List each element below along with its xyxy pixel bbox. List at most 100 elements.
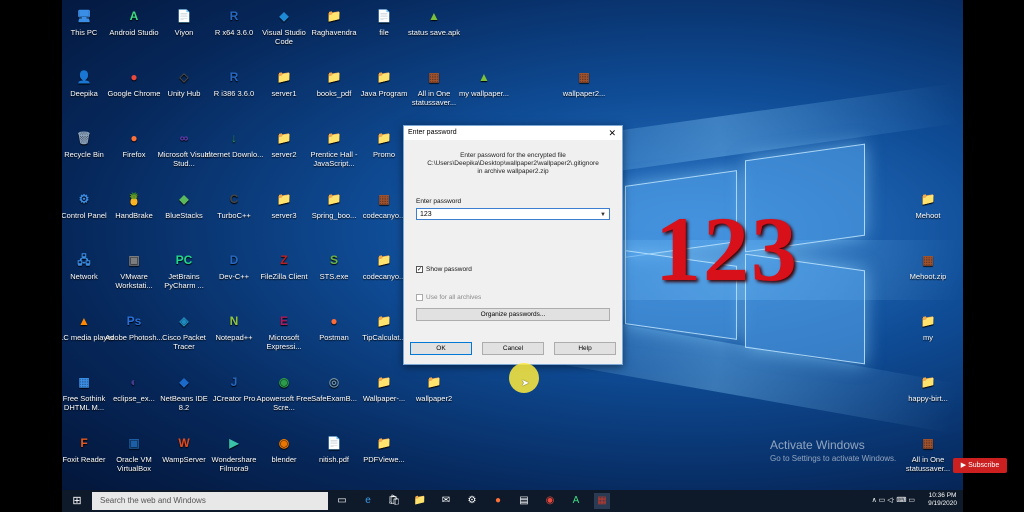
app-icon: 📁 <box>376 131 392 145</box>
app-icon: ▲ <box>78 314 90 328</box>
store-icon[interactable]: 🛍 <box>386 493 402 509</box>
app-icon: F <box>80 436 88 450</box>
app-icon: ◎ <box>328 375 340 389</box>
android-studio-icon[interactable]: A <box>568 493 584 509</box>
app-icon: ◆ <box>279 9 289 23</box>
app-icon: J <box>230 375 238 389</box>
app-icon: ▣ <box>128 253 140 267</box>
app-icon: ◉ <box>278 375 290 389</box>
app-icon: ∞ <box>179 131 189 145</box>
subscribe-button[interactable]: ▶ Subscribe <box>953 458 1007 473</box>
close-icon[interactable]: ✕ <box>608 126 616 140</box>
app-icon: 📄 <box>176 9 192 23</box>
desktop-icon[interactable]: 📁 PDFViewe... <box>354 433 414 464</box>
app-icon: 📁 <box>276 70 292 84</box>
dialog-message: Enter password for the encrypted file C:… <box>404 152 622 176</box>
app-icon: 📁 <box>376 375 392 389</box>
app-icon: D <box>229 253 239 267</box>
app-icon: Z <box>280 253 288 267</box>
message-line: Enter password for the encrypted file <box>460 152 566 159</box>
ok-button[interactable]: OK <box>410 342 472 355</box>
clock[interactable]: 10:36 PM 9/19/2020 <box>928 492 957 508</box>
desktop-icon-label: wallpaper2 <box>415 394 453 403</box>
system-tray[interactable]: ∧ ▭ ◁ᐧ ⌨ ▭ <box>872 490 915 512</box>
app-icon: ● <box>130 70 138 84</box>
app-icon: 📁 <box>920 375 936 389</box>
app-icon: ◆ <box>179 192 189 206</box>
app-icon: ● <box>330 314 338 328</box>
password-input[interactable]: 123 ▼ <box>416 208 610 220</box>
help-button[interactable]: Help <box>554 342 616 355</box>
taskbar-search-box[interactable]: Search the web and Windows <box>92 492 328 510</box>
cancel-button[interactable]: Cancel <box>482 342 544 355</box>
app-icon: ▲ <box>478 70 490 84</box>
app-icon: A <box>129 9 139 23</box>
desktop-icon[interactable]: 📁 Mehoot <box>898 189 958 220</box>
desktop-icon[interactable]: ▦ Mehoot.zip <box>898 250 958 281</box>
app-icon: ▦ <box>578 70 590 84</box>
message-path: C:\Users\Deepika\Desktop\wallpaper2\wall… <box>427 160 599 167</box>
desktop-icon-label: Mehoot.zip <box>909 272 947 281</box>
app-icon: ◉ <box>278 436 290 450</box>
app-icon: 📁 <box>326 70 342 84</box>
activate-title: Activate Windows <box>770 438 865 452</box>
app-icon: 📁 <box>276 192 292 206</box>
app-icon: 📁 <box>376 314 392 328</box>
desktop-icon[interactable]: ▲ status save.apk <box>404 6 464 37</box>
chevron-down-icon[interactable]: ▼ <box>600 209 606 221</box>
app-icon: S <box>329 253 338 267</box>
desktop-icon-label: happy-birt... <box>908 394 948 403</box>
desktop-icon-label: my <box>923 333 933 342</box>
mouse-pointer-icon: ➤ <box>521 378 530 389</box>
app-icon: ◆ <box>179 375 189 389</box>
app-icon: W <box>178 436 190 450</box>
desktop-icon-label: wallpaper2... <box>562 89 606 98</box>
mail-icon[interactable]: ✉ <box>438 493 454 509</box>
app-icon: 🖧 <box>77 253 91 267</box>
app-icon: ▦ <box>428 70 440 84</box>
firefox-icon[interactable]: ● <box>490 493 506 509</box>
file-explorer-icon[interactable]: 📁 <box>412 493 428 509</box>
desktop-icon[interactable]: 📁 happy-birt... <box>898 372 958 403</box>
desktop-icon-label: PDFViewe... <box>363 455 405 464</box>
app-icon: 📄 <box>376 9 392 23</box>
app-icon: 📁 <box>326 192 342 206</box>
desktop-icon[interactable]: 📁 wallpaper2 <box>404 372 464 403</box>
chrome-icon[interactable]: ◉ <box>542 493 558 509</box>
settings-icon[interactable]: ⚙ <box>464 493 480 509</box>
desktop-icon-label: status save.apk <box>407 28 461 37</box>
app-icon: ⚙ <box>78 192 90 206</box>
app-icon: 📁 <box>376 70 392 84</box>
desktop-icon[interactable]: ▦ All in One statussaver... <box>898 433 958 473</box>
app-icon: E <box>279 314 288 328</box>
task-view-icon[interactable]: ▭ <box>334 493 350 509</box>
windows-start-icon[interactable]: ⊞ <box>66 490 88 512</box>
desktop-icon[interactable]: ▦ wallpaper2... <box>554 67 614 98</box>
message-line: in archive wallpaper2.zip <box>477 168 549 175</box>
activate-windows-watermark: Activate Windows Go to Settings to activ… <box>770 438 896 463</box>
app-icon: C <box>229 192 239 206</box>
desktop-icon-label: Mehoot <box>915 211 941 220</box>
media-icon[interactable]: ▤ <box>516 493 532 509</box>
app-icon: ◇ <box>179 70 189 84</box>
use-all-checkbox[interactable] <box>416 294 423 301</box>
app-icon: 📁 <box>920 192 936 206</box>
app-icon: R <box>229 9 239 23</box>
app-icon: R <box>229 70 239 84</box>
clock-date: 9/19/2020 <box>928 500 957 507</box>
edge-icon[interactable]: e <box>360 493 376 509</box>
app-icon: 👤 <box>76 70 92 84</box>
desktop-icon[interactable]: ▲ my wallpaper... <box>454 67 514 98</box>
desktop-icon[interactable]: 📁 my <box>898 311 958 342</box>
app-icon: ▦ <box>378 192 390 206</box>
app-icon: 📄 <box>326 436 342 450</box>
dialog-titlebar[interactable]: Enter password ✕ <box>404 126 622 140</box>
app-icon: 🖥 <box>76 9 92 23</box>
app-icon: ◐ <box>130 375 138 389</box>
password-label: Enter password <box>416 198 462 205</box>
desktop-icon-label: All in One statussaver... <box>905 455 951 473</box>
winrar-icon[interactable]: ▦ <box>594 493 610 509</box>
show-password-checkbox[interactable]: ✓ <box>416 266 423 273</box>
app-icon: ▦ <box>922 253 934 267</box>
organize-passwords-button[interactable]: Organize passwords... <box>416 308 610 321</box>
